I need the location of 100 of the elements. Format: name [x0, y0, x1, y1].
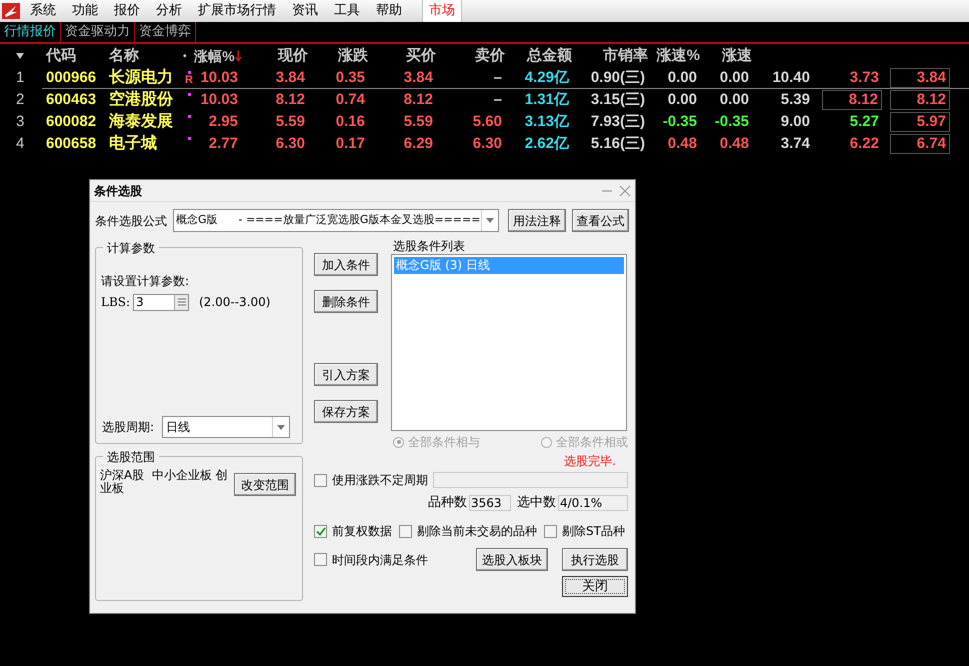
dialog-button[interactable]: 删除条件: [314, 290, 378, 313]
table-cell-text: 10.03: [199, 68, 239, 88]
column-header[interactable]: 涨速: [722, 44, 752, 68]
checkbox-label: 前复权数据: [332, 523, 392, 540]
row-number: 1: [16, 68, 24, 86]
radio-button[interactable]: [393, 436, 404, 448]
table-cell-text: 3.15(三): [590, 90, 646, 110]
sort-down-icon: [234, 50, 241, 62]
period-field[interactable]: [433, 472, 628, 488]
dialog-button[interactable]: 加入条件: [314, 253, 378, 276]
dialog-button[interactable]: 查看公式: [572, 209, 629, 232]
checkbox[interactable]: [399, 524, 412, 538]
field-label: 选股周期:: [102, 419, 156, 436]
table-cell-text: 7.93(三): [590, 112, 646, 132]
table-cell: 8.12: [822, 90, 882, 110]
stock-name: 空港股份: [109, 89, 173, 110]
table-cell-text: 0.00: [666, 90, 698, 110]
table-cell-text: 5.39: [780, 90, 811, 110]
dialog-button[interactable]: 用法注释: [508, 209, 566, 232]
table-cell-text: -0.35: [714, 112, 750, 132]
count-label: 选中数: [517, 494, 556, 512]
table-cell-text: 4.29亿: [524, 68, 570, 88]
dialog-button[interactable]: 改变范围: [234, 473, 296, 496]
radio-button[interactable]: [541, 436, 552, 448]
table-cell-text: 5.60: [472, 112, 503, 132]
table-cell-text: 2.77: [208, 134, 239, 154]
menu-item[interactable]: 扩展市场行情: [190, 0, 284, 22]
table-cell-text: 0.16: [334, 112, 366, 132]
param-spinner[interactable]: 3: [133, 294, 189, 310]
row-number: 3: [16, 112, 24, 130]
menu-item[interactable]: 报价: [106, 0, 148, 22]
column-header[interactable]: 总金额: [527, 44, 572, 68]
column-header[interactable]: 名称: [109, 44, 139, 68]
checkbox-label: 剔除ST品种: [562, 523, 625, 540]
row-number: 4: [16, 134, 24, 152]
stock-name: 长源电力: [109, 68, 173, 88]
dialog-button[interactable]: 执行选股: [562, 548, 628, 571]
column-header[interactable]: 涨速%: [656, 44, 700, 68]
param-label: LBS:: [101, 294, 132, 311]
dropdown-arrow-icon: [486, 218, 494, 223]
table-cell-text: 0.74: [334, 90, 366, 110]
table-cell-text: 5.16(三): [590, 134, 646, 154]
column-header[interactable]: 涨幅%: [194, 46, 235, 66]
tab[interactable]: 资金博弈: [135, 22, 196, 42]
dialog-button[interactable]: 保存方案: [314, 400, 378, 423]
formula-dropdown[interactable]: 概念G版 - ====放量广泛宽选股G版本金叉选股=====: [173, 209, 499, 232]
menu-item[interactable]: 帮助: [368, 0, 410, 22]
dialog-button[interactable]: 引入方案: [314, 363, 378, 386]
table-cell-text: 0.48: [666, 134, 698, 154]
table-cell-text: 9.00: [780, 112, 811, 132]
menu-item[interactable]: 工具: [326, 0, 368, 22]
table-cell-text: –: [492, 90, 503, 110]
close-icon[interactable]: [619, 184, 631, 196]
table-cell-text: 6.30: [472, 134, 503, 154]
table-cell-text: 0.00: [718, 90, 750, 110]
close-button[interactable]: 关闭: [562, 576, 628, 597]
stock-code: 000966: [46, 68, 96, 88]
menu-item[interactable]: 功能: [64, 0, 106, 22]
field-label: 条件选股公式: [95, 212, 168, 230]
table-cell-text: 2.62亿: [524, 134, 570, 154]
column-header[interactable]: 涨跌: [338, 44, 368, 68]
menu-item[interactable]: 系统: [22, 0, 64, 22]
checkbox[interactable]: [314, 524, 327, 538]
count-field: 4/0.1%: [558, 495, 628, 511]
table-cell: 6.74: [890, 134, 950, 154]
table-cell-text: 0.00: [666, 68, 698, 88]
menu-item[interactable]: 市场: [422, 0, 462, 22]
table-cell-text: 2.95: [208, 112, 239, 132]
table-cell: 3.84: [890, 68, 950, 88]
row-number: 2: [16, 90, 24, 108]
period-dropdown[interactable]: 日线: [162, 416, 290, 438]
marker-column-header: •: [183, 50, 188, 64]
menu-item[interactable]: 资讯: [284, 0, 326, 22]
table-cell-text: 0.90(三): [590, 68, 646, 88]
table-cell-text: 8.12: [274, 90, 306, 110]
checkbox[interactable]: [544, 524, 557, 538]
table-cell-text: –: [492, 68, 503, 88]
column-header[interactable]: 买价: [406, 44, 436, 68]
table-cell: 5.97: [890, 112, 950, 132]
checkbox-label: 时间段内满足条件: [332, 552, 428, 568]
checkbox[interactable]: [314, 553, 327, 566]
stock-name: 海泰发展: [109, 112, 173, 132]
status-text: 选股完毕.: [564, 453, 616, 469]
param-range: (2.00--3.00): [199, 294, 270, 311]
table-cell-text: 3.73: [848, 68, 880, 88]
param-prompt: 请设置计算参数:: [101, 273, 190, 290]
tab[interactable]: 行情报价: [0, 22, 61, 42]
column-header[interactable]: 现价: [278, 44, 308, 68]
table-cell: 8.12: [890, 90, 950, 110]
group-title: 计算参数: [103, 239, 159, 257]
tab[interactable]: 资金驱动力: [61, 22, 135, 42]
checkbox[interactable]: [314, 474, 327, 486]
dialog-button[interactable]: 选股入板块: [476, 548, 548, 571]
column-header[interactable]: 代码: [46, 44, 76, 68]
table-cell-text: 6.30: [274, 134, 306, 154]
table-cell-text: 10.03: [199, 90, 239, 110]
stock-code: 600082: [46, 112, 96, 132]
menu-item[interactable]: 分析: [148, 0, 190, 22]
column-header[interactable]: 市销率: [603, 44, 648, 68]
column-header[interactable]: 卖价: [475, 44, 505, 68]
